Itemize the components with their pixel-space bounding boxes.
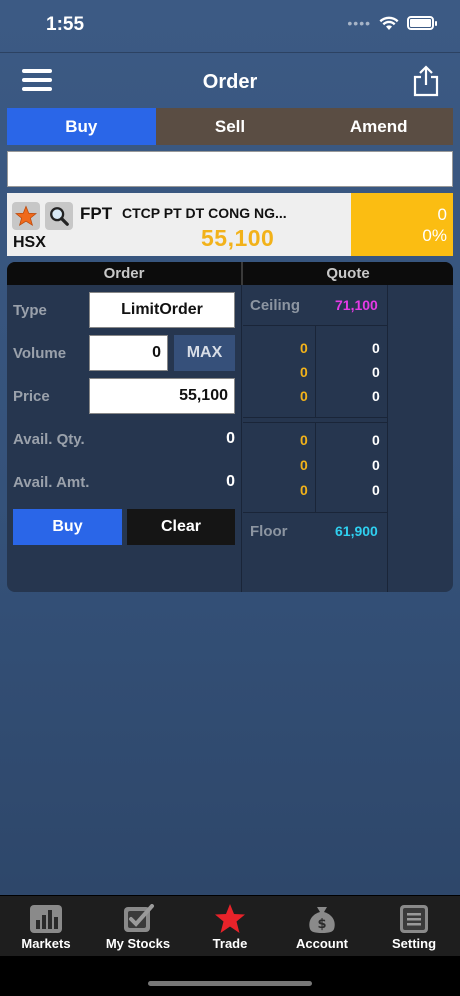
- bid-price-3: 0: [300, 388, 308, 404]
- home-indicator[interactable]: [148, 981, 312, 986]
- status-bar: 1:55 ••••: [0, 0, 460, 52]
- tab-trade[interactable]: Trade: [184, 896, 276, 956]
- ceiling-label: Ceiling: [250, 297, 301, 314]
- order-header: Order: [103, 265, 145, 282]
- symbol-search-input[interactable]: [7, 151, 453, 187]
- volume-label: Volume: [13, 345, 67, 362]
- share-icon[interactable]: [412, 65, 440, 97]
- wifi-icon: [379, 16, 399, 30]
- price-change-percent: 0%: [422, 226, 447, 245]
- ask-volume-2: 0: [372, 457, 380, 473]
- status-icons: ••••: [347, 15, 437, 31]
- search-button[interactable]: [45, 202, 73, 230]
- signal-icon: ••••: [347, 15, 371, 31]
- ceiling-value: 71,100: [335, 297, 378, 313]
- avail-amt-value: 0: [226, 473, 235, 490]
- order-side-segment: Buy Sell Amend: [7, 108, 454, 145]
- stock-exchange: HSX: [13, 234, 46, 251]
- tab-amend[interactable]: Amend: [304, 108, 454, 145]
- panel-header: Order Quote: [7, 262, 453, 285]
- quote-header: Quote: [326, 265, 370, 282]
- stock-quote-strip: FPT CTCP PT DT CONG NG... HSX 55,100 0 0…: [7, 193, 453, 256]
- tab-my-stocks-label: My Stocks: [105, 936, 171, 951]
- stock-price: 55,100: [201, 225, 275, 251]
- bid-volume-1: 0: [372, 340, 380, 356]
- price-change: 0: [437, 205, 447, 224]
- price-change-box: 0 0%: [351, 193, 453, 256]
- ask-volume-3: 0: [372, 482, 380, 498]
- tab-buy[interactable]: Buy: [7, 108, 156, 145]
- avail-amt-label: Avail. Amt.: [13, 474, 90, 491]
- tab-markets-label: Markets: [21, 936, 71, 951]
- order-panel: Order Quote Type LimitOrder Volume 0 MAX…: [7, 262, 453, 592]
- bid-volume-2: 0: [372, 364, 380, 380]
- ask-price-2: 0: [300, 457, 308, 473]
- tab-account-label: Account: [296, 936, 348, 951]
- page-title: Order: [202, 71, 258, 93]
- svg-text:$: $: [317, 917, 326, 932]
- tab-trade-label: Trade: [212, 936, 248, 951]
- bid-price-1: 0: [300, 340, 308, 356]
- floor-label: Floor: [250, 523, 288, 540]
- favorite-star-button[interactable]: [12, 202, 40, 230]
- ask-price-1: 0: [300, 432, 308, 448]
- tab-bar: Markets My Stocks Trade $ Account Settin…: [0, 895, 460, 956]
- home-indicator-area: [0, 956, 460, 996]
- checkbox-icon: [124, 904, 154, 932]
- buy-button[interactable]: Buy: [13, 509, 122, 545]
- volume-input[interactable]: 0: [89, 335, 168, 371]
- ask-volume-1: 0: [372, 432, 380, 448]
- star-icon: [15, 205, 37, 226]
- tab-markets[interactable]: Markets: [0, 896, 92, 956]
- type-label: Type: [13, 302, 47, 319]
- clear-button[interactable]: Clear: [127, 509, 235, 545]
- floor-value: 61,900: [335, 523, 378, 539]
- bid-volume-3: 0: [372, 388, 380, 404]
- ask-price-3: 0: [300, 482, 308, 498]
- order-type-select[interactable]: LimitOrder: [89, 292, 235, 328]
- price-label: Price: [13, 388, 50, 405]
- avail-qty-label: Avail. Qty.: [13, 431, 85, 448]
- magnifier-icon: [50, 207, 69, 226]
- avail-qty-value: 0: [226, 430, 235, 447]
- stock-name: CTCP PT DT CONG NG...: [122, 205, 287, 221]
- tab-account[interactable]: $ Account: [276, 896, 368, 956]
- tab-my-stocks[interactable]: My Stocks: [92, 896, 184, 956]
- star-icon: [215, 904, 245, 933]
- bid-price-2: 0: [300, 364, 308, 380]
- money-bag-icon: $: [309, 907, 335, 933]
- status-time: 1:55: [46, 14, 85, 35]
- max-button[interactable]: MAX: [174, 335, 235, 371]
- bar-chart-icon: [30, 905, 62, 933]
- battery-icon: [407, 16, 437, 30]
- navigation-bar: Order: [0, 52, 460, 108]
- tab-sell[interactable]: Sell: [155, 108, 305, 145]
- settings-list-icon: [400, 905, 428, 933]
- tab-setting-label: Setting: [391, 936, 437, 951]
- tab-setting[interactable]: Setting: [368, 896, 460, 956]
- stock-code: FPT: [80, 204, 113, 223]
- price-input[interactable]: 55,100: [89, 378, 235, 414]
